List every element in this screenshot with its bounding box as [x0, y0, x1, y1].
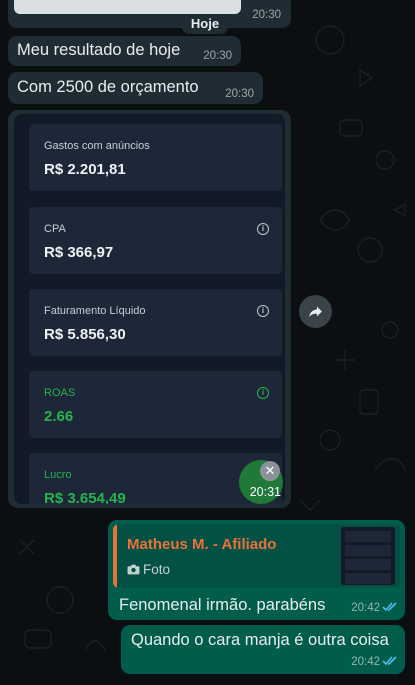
metric-value: 2.66	[44, 408, 74, 425]
metric-label: CPA	[44, 223, 66, 235]
close-icon[interactable]: ✕	[260, 461, 280, 481]
message-time: 20:42	[351, 602, 380, 614]
outgoing-message[interactable]: Quando o cara manja é outra coisa 20:42	[121, 625, 405, 674]
message-time: 20:42	[351, 656, 380, 668]
camera-icon	[127, 564, 140, 575]
quoted-message[interactable]: Matheus M. - Afiliado Foto	[113, 524, 400, 588]
incoming-message[interactable]: Meu resultado de hoje 20:30	[8, 36, 241, 66]
previous-message-bubble[interactable]: 20:30	[8, 0, 291, 28]
image-message[interactable]: Gastos com anúncios R$ 2.201,81 CPA R$ 3…	[8, 110, 291, 508]
quote-accent-bar	[113, 524, 117, 588]
quoted-image-thumbnail	[341, 527, 395, 585]
forward-icon	[309, 306, 322, 318]
info-icon: i	[257, 305, 269, 317]
metric-label: Gastos com anúncios	[44, 140, 150, 152]
quoted-media-label: Foto	[127, 562, 170, 577]
message-text: Quando o cara manja é outra coisa	[131, 631, 389, 649]
quoted-author: Matheus M. - Afiliado	[127, 536, 277, 553]
message-time: 20:31	[249, 485, 281, 499]
message-time: 20:30	[203, 50, 232, 62]
incoming-message[interactable]: Com 2500 de orçamento 20:30	[8, 72, 263, 104]
metric-card-roas: ROAS 2.66 i	[29, 371, 282, 438]
info-icon: i	[257, 387, 269, 399]
read-receipt-icon	[382, 602, 397, 612]
metric-card-ad-spend: Gastos com anúncios R$ 2.201,81	[29, 124, 282, 191]
metric-value: R$ 2.201,81	[44, 161, 126, 178]
date-separator: Hoje	[182, 14, 228, 34]
outgoing-reply-message[interactable]: Matheus M. - Afiliado Foto Fenomenal irm…	[108, 520, 405, 620]
read-receipt-icon	[382, 656, 397, 666]
metric-label: ROAS	[44, 387, 76, 399]
previous-message-preview	[14, 0, 241, 14]
forward-button[interactable]	[299, 295, 332, 328]
metric-label: Faturamento Líquido	[44, 305, 146, 317]
message-text: Meu resultado de hoje	[17, 41, 181, 59]
metric-card-net-revenue: Faturamento Líquido R$ 5.856,30 i	[29, 289, 282, 356]
message-time: 20:30	[252, 9, 281, 21]
dashboard-screenshot-image[interactable]: Gastos com anúncios R$ 2.201,81 CPA R$ 3…	[14, 114, 285, 504]
metric-card-cpa: CPA R$ 366,97 i	[29, 207, 282, 274]
message-text: Com 2500 de orçamento	[17, 78, 199, 96]
quoted-kind-text: Foto	[143, 562, 171, 577]
metric-value: R$ 366,97	[44, 244, 114, 261]
message-text: Fenomenal irmão. parabéns	[119, 596, 326, 614]
message-time: 20:30	[225, 88, 254, 100]
metric-value: R$ 5.856,30	[44, 326, 126, 343]
metric-value: R$ 3.654,49	[44, 490, 126, 504]
info-icon: i	[257, 223, 269, 235]
metric-label: Lucro	[44, 469, 72, 481]
